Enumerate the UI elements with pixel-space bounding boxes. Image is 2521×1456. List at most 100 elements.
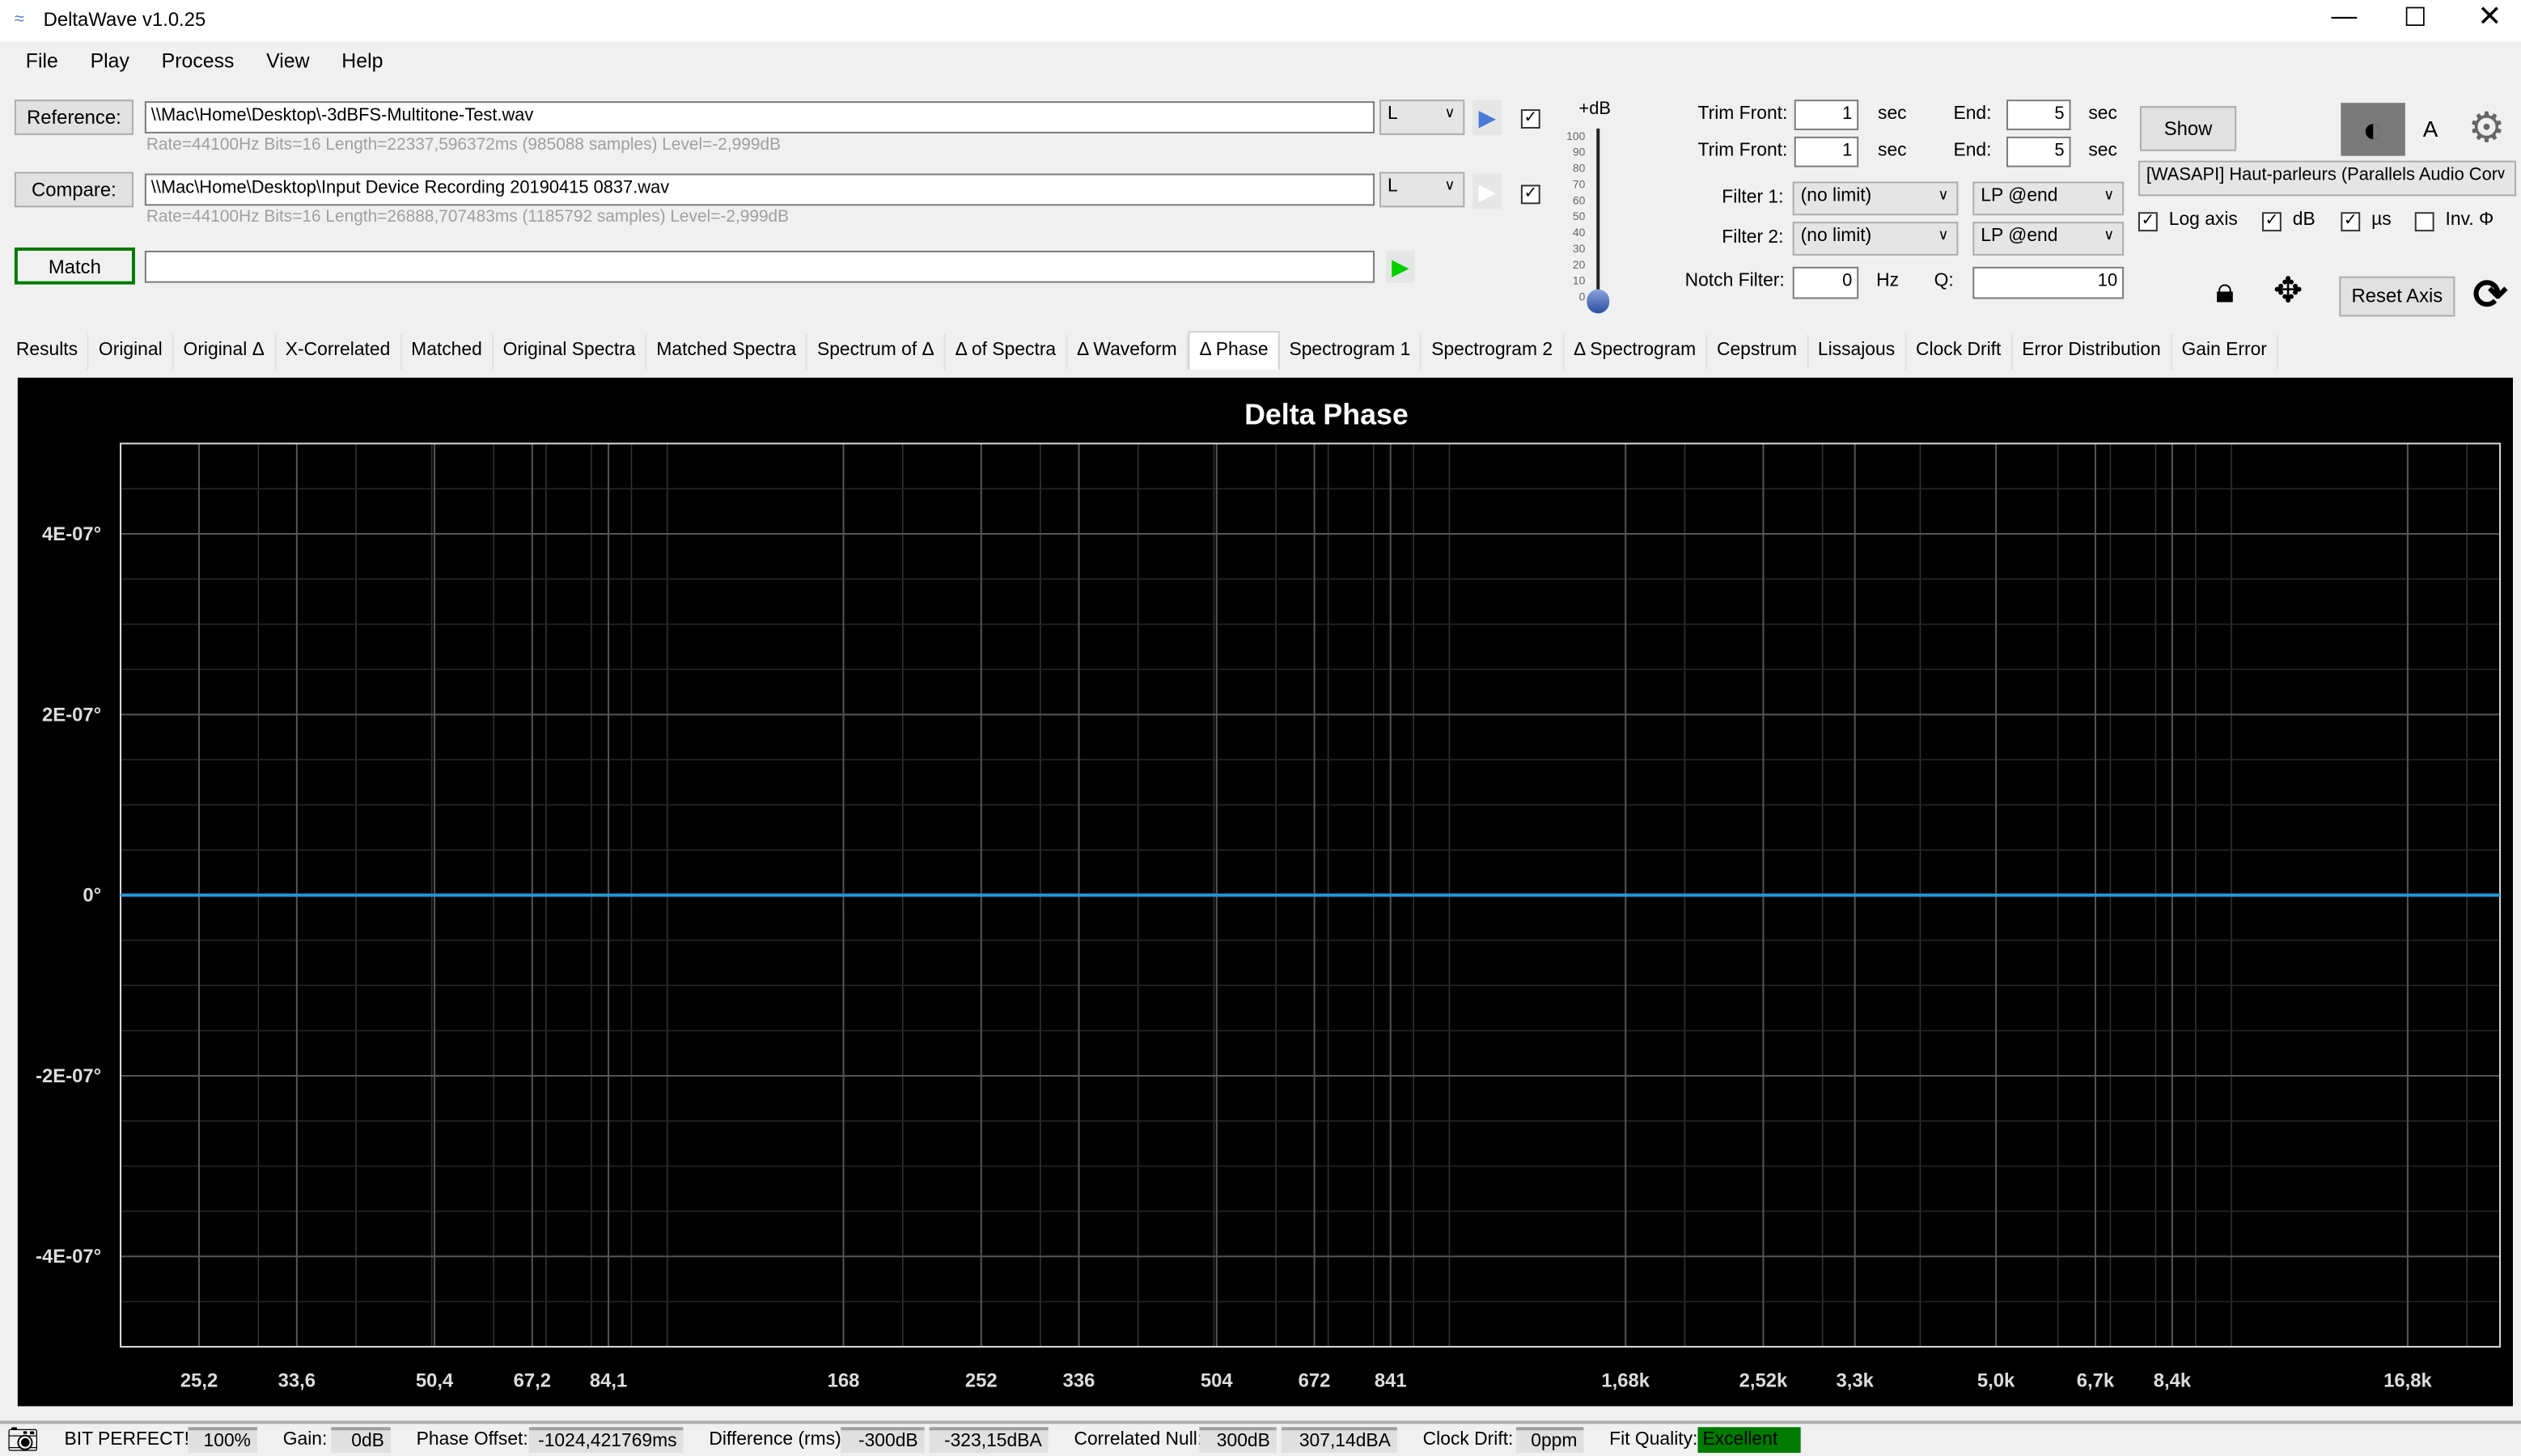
tab-item[interactable]: Gain Error — [2172, 334, 2278, 370]
filter2-select[interactable]: (no limit) — [1792, 222, 1959, 256]
lock-icon[interactable]: 🔒︎ — [2215, 270, 2234, 312]
option-label: µs — [2371, 210, 2392, 231]
tab-item[interactable]: Error Distribution — [2012, 334, 2172, 370]
maximize-button[interactable]: ☐ — [2404, 2, 2427, 34]
volume-slider-thumb[interactable] — [1587, 289, 1610, 314]
reference-checkbox[interactable]: ✓ — [1520, 109, 1540, 129]
compare-checkbox[interactable]: ✓ — [1520, 184, 1540, 205]
tab-item[interactable]: Cepstrum — [1707, 334, 1808, 370]
refresh-icon[interactable]: ⟳ — [2472, 270, 2507, 320]
fit-quality-value: Excellent — [1697, 1427, 1801, 1454]
volume-tick-label: 20 — [1572, 260, 1586, 272]
contrast-theme-icon[interactable]: ◐ — [2341, 103, 2405, 156]
compare-info: Rate=44100Hz Bits=16 Length=26888,707483… — [146, 207, 790, 227]
phase-offset-label: Phase Offset: — [416, 1430, 528, 1450]
notch-label: Notch Filter: — [1684, 271, 1785, 291]
option-checkbox[interactable]: ✓ — [2138, 212, 2158, 232]
clock-drift-label: Clock Drift: — [1422, 1430, 1514, 1450]
delta-phase-chart[interactable]: Delta Phase 25,2 33,6 50,4 67,2 84,1 168 252 336… — [18, 378, 2513, 1407]
difference-label: Difference (rms): — [709, 1430, 847, 1450]
trim-end-input[interactable]: 5 — [2006, 136, 2071, 167]
y-tick-label: -2E-07° — [36, 1065, 101, 1087]
trim-front-input[interactable]: 1 — [1794, 136, 1859, 167]
volume-tick-label: 10 — [1572, 276, 1586, 288]
option-checkbox[interactable]: ✓ — [2261, 212, 2282, 232]
filter2-type-select[interactable]: LP @end — [1972, 222, 2125, 256]
q-input[interactable]: 10 — [1972, 266, 2125, 299]
chart-title: Delta Phase — [1244, 399, 1409, 431]
tab-item[interactable]: X-Correlated — [276, 334, 402, 370]
notch-frequency-input[interactable]: 0 — [1792, 266, 1859, 299]
tab-item[interactable]: Spectrum of Δ — [807, 334, 946, 370]
compare-path-input[interactable]: \\Mac\Home\Desktop\Input Device Recordin… — [144, 173, 1375, 206]
trim-front-unit: sec — [1878, 104, 1907, 124]
trim-end-label: End: — [1953, 141, 1992, 161]
reference-button[interactable]: Reference: — [14, 99, 133, 135]
tab-item[interactable]: Original Spectra — [494, 334, 647, 370]
tab-item[interactable]: Δ Spectrogram — [1564, 334, 1708, 370]
tab-item[interactable]: Results — [6, 334, 90, 370]
tab-item[interactable]: Δ Phase — [1188, 331, 1280, 370]
x-tick-label: 672 — [1299, 1370, 1331, 1392]
volume-tick-label: 30 — [1572, 243, 1586, 256]
difference-dba-value: -323,15dBA — [929, 1427, 1049, 1454]
play-compare-button[interactable]: ▶ — [1472, 173, 1502, 210]
tab-item[interactable]: Matched — [401, 334, 494, 370]
x-tick-label: 252 — [965, 1370, 998, 1392]
play-reference-button[interactable]: ▶ — [1472, 99, 1502, 135]
close-button[interactable]: ✕ — [2477, 0, 2502, 34]
tab-item[interactable]: Original — [89, 334, 174, 370]
x-tick-label: 67,2 — [514, 1370, 551, 1392]
app-logo-icon: ≈ — [14, 9, 24, 29]
reference-path-input[interactable]: \\Mac\Home\Desktop\-3dBFS-Multitone-Test… — [144, 101, 1375, 133]
a-weighting-toggle[interactable]: A — [2423, 116, 2438, 142]
tab-item[interactable]: Δ of Spectra — [946, 334, 1068, 370]
correlated-null-dba-value: 307,14dBA — [1281, 1427, 1397, 1454]
trim-end-label: End: — [1953, 104, 1992, 124]
correlated-null-label: Correlated Null: — [1074, 1430, 1203, 1450]
menu-view[interactable]: View — [247, 42, 322, 81]
menu-bar: File Play Process View Help — [0, 41, 2521, 81]
camera-icon[interactable]: 📷︎ — [6, 1424, 39, 1456]
q-label: Q: — [1934, 271, 1954, 291]
tab-item[interactable]: Original Δ — [174, 334, 276, 370]
menu-process[interactable]: Process — [142, 42, 247, 81]
compare-channel-select[interactable]: L — [1379, 171, 1465, 208]
filter1-select[interactable]: (no limit) — [1792, 181, 1959, 216]
settings-gear-icon[interactable]: ⚙ — [2468, 103, 2505, 153]
x-tick-label: 6,7k — [2077, 1370, 2115, 1392]
match-button[interactable]: Match — [14, 247, 135, 285]
x-tick-label: 3,3k — [1836, 1370, 1874, 1392]
tab-item[interactable]: Clock Drift — [1906, 334, 2013, 370]
reference-info: Rate=44100Hz Bits=16 Length=22337,596372… — [146, 134, 782, 154]
volume-tick-label: 80 — [1572, 163, 1586, 176]
option-checkbox[interactable]: ✓ — [2341, 212, 2361, 232]
tab-item[interactable]: Δ Waveform — [1067, 334, 1188, 370]
menu-file[interactable]: File — [0, 42, 71, 81]
minimize-button[interactable]: — — [2331, 3, 2357, 32]
y-tick-label: 4E-07° — [42, 523, 101, 545]
tab-item[interactable]: Matched Spectra — [646, 334, 808, 370]
audio-device-select[interactable]: [WASAPI] Haut-parleurs (Parallels Audio … — [2138, 160, 2516, 197]
tab-item[interactable]: Spectrogram 2 — [1422, 334, 1565, 370]
volume-tick-label: 90 — [1572, 147, 1586, 159]
show-button[interactable]: Show — [2139, 106, 2237, 151]
tab-item[interactable]: Lissajous — [1808, 334, 1907, 370]
menu-help[interactable]: Help — [322, 42, 396, 81]
trim-end-input[interactable]: 5 — [2006, 99, 2071, 130]
menu-play[interactable]: Play — [71, 42, 142, 81]
tab-item[interactable]: Spectrogram 1 — [1280, 334, 1422, 370]
pan-move-icon[interactable]: ✥ — [2273, 270, 2303, 312]
x-tick-label: 50,4 — [416, 1370, 454, 1392]
option-checkbox[interactable] — [2414, 212, 2434, 232]
volume-slider[interactable]: 100 90 80 70 60 50 40 30 20 10 0 — [1553, 125, 1612, 318]
compare-button[interactable]: Compare: — [14, 171, 133, 208]
volume-label: +dB — [1578, 99, 1611, 120]
x-tick-label: 16,8k — [2383, 1370, 2432, 1392]
run-match-button[interactable]: ▶ — [1385, 250, 1415, 283]
reset-axis-button[interactable]: Reset Axis — [2339, 276, 2455, 317]
filter1-type-select[interactable]: LP @end — [1972, 181, 2125, 216]
reference-channel-select[interactable]: L — [1379, 99, 1465, 135]
trim-front-input[interactable]: 1 — [1794, 99, 1859, 130]
option-label: dB — [2292, 210, 2316, 231]
